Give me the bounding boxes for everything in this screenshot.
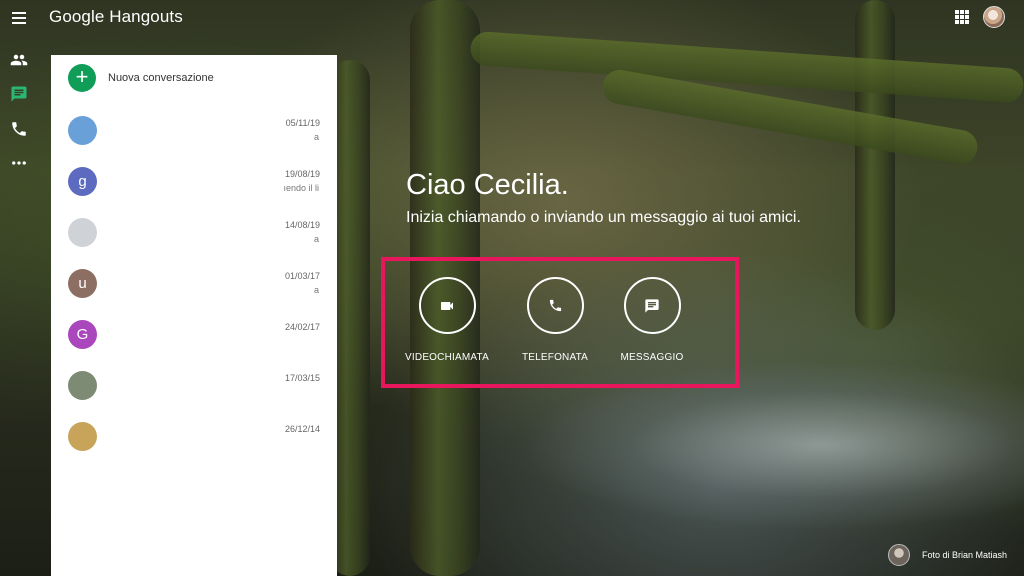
conversation-date: 05/11/19	[285, 118, 320, 128]
more-icon[interactable]	[10, 154, 28, 172]
conversation-panel: + Nuova conversazione 05/11/19 a g 19/08/19…	[51, 55, 337, 576]
conversation-avatar	[68, 371, 97, 400]
conversation-item[interactable]: 14/08/19 a	[51, 215, 337, 265]
video-call-button[interactable]: VIDEOCHIAMATA	[397, 277, 497, 363]
conversation-avatar	[68, 218, 97, 247]
phone-icon	[526, 277, 584, 334]
main-menu-button[interactable]	[10, 8, 30, 28]
conversation-avatar	[68, 116, 97, 145]
phone-call-label: TELEFONATA	[521, 352, 589, 363]
photo-credit-text: Foto di Brian Matiash	[922, 550, 1008, 560]
conversation-snippet: a	[313, 132, 319, 142]
phone-call-button[interactable]: TELEFONATA	[505, 277, 605, 363]
conversation-date: 19/08/19	[284, 169, 320, 179]
conversation-item[interactable]: G 24/02/17	[51, 317, 337, 367]
conversation-avatar: u	[68, 269, 97, 298]
background-tree	[855, 0, 895, 330]
conversation-avatar: g	[68, 167, 97, 196]
plus-icon: +	[68, 64, 96, 92]
phone-icon[interactable]	[10, 120, 28, 138]
contacts-icon[interactable]	[10, 51, 28, 69]
conversation-snippet: a	[313, 234, 319, 244]
videocam-icon	[418, 277, 476, 334]
message-button[interactable]: MESSAGGIO	[602, 277, 702, 363]
conversation-avatar: G	[68, 320, 97, 349]
conversation-date: 01/03/17	[284, 271, 320, 281]
conversation-date: 14/08/19	[284, 220, 320, 230]
new-conversation-label: Nuova conversazione	[108, 72, 214, 84]
conversation-date: 24/02/17	[284, 322, 320, 332]
new-conversation-button[interactable]: + Nuova conversazione	[68, 64, 214, 92]
conversation-date: 26/12/14	[284, 424, 320, 434]
photo-credit[interactable]: Foto di Brian Matiash	[888, 544, 1007, 566]
conversation-avatar	[68, 422, 97, 451]
conversation-date: 17/03/15	[284, 373, 320, 383]
apps-grid-icon[interactable]	[955, 10, 969, 24]
conversation-item[interactable]: g 19/08/19 ıendo il li	[51, 164, 337, 214]
video-call-label: VIDEOCHIAMATA	[405, 352, 489, 363]
conversation-item[interactable]: 05/11/19 a	[51, 113, 337, 163]
app-title: Google Hangouts	[49, 7, 183, 26]
greeting-title: Ciao Cecilia.	[406, 169, 569, 201]
chat-icon[interactable]	[10, 85, 28, 103]
account-avatar[interactable]	[983, 6, 1005, 28]
greeting-subtitle: Inizia chiamando o inviando un messaggio…	[406, 209, 801, 226]
conversation-snippet: a	[313, 285, 319, 295]
message-label: MESSAGGIO	[620, 352, 684, 363]
conversation-item[interactable]: 17/03/15	[51, 368, 337, 418]
photographer-avatar	[888, 544, 910, 566]
conversation-item[interactable]: 26/12/14	[51, 419, 337, 469]
conversation-item[interactable]: u 01/03/17 a	[51, 266, 337, 316]
conversation-snippet: ıendo il li	[283, 183, 319, 193]
message-icon	[623, 277, 681, 334]
